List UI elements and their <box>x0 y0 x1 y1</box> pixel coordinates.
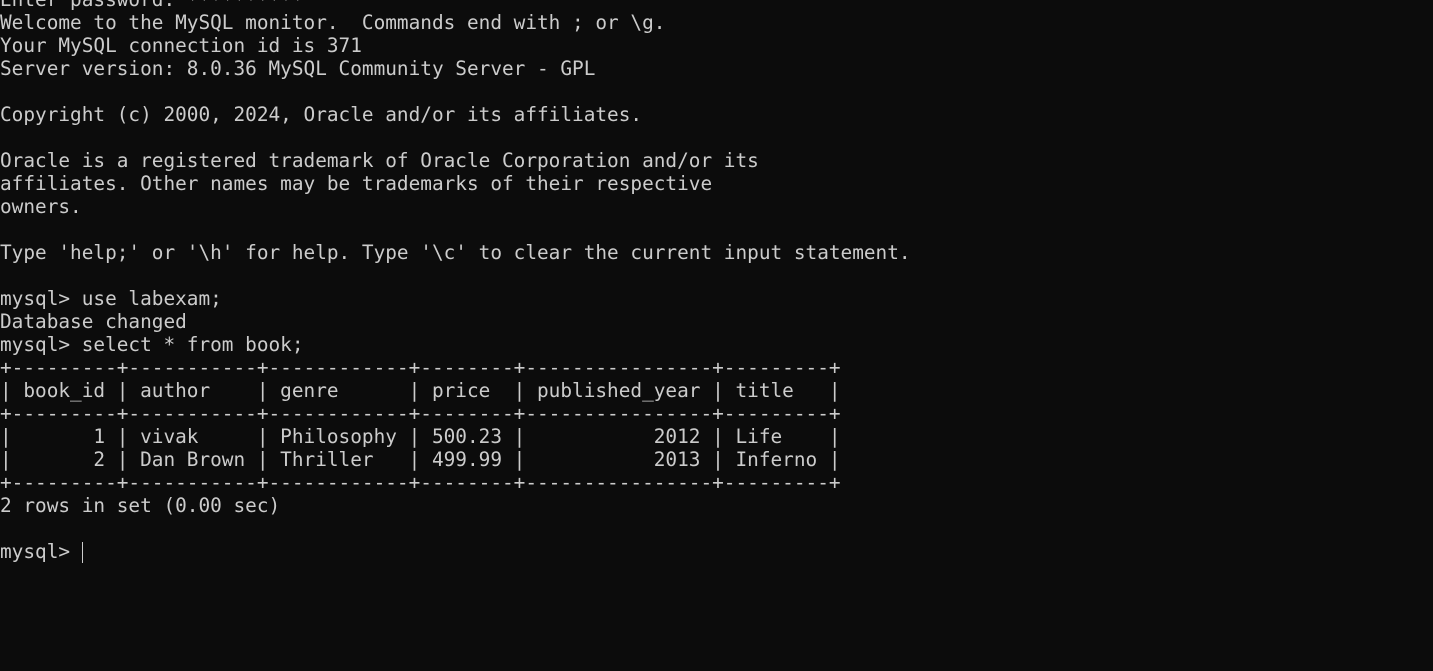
trademark-line: owners. <box>0 195 82 218</box>
table-border: +---------+-----------+------------+----… <box>0 471 841 494</box>
result-summary-line: 2 rows in set (0.00 sec) <box>0 494 281 517</box>
command-line: mysql> select * from book; <box>0 333 304 356</box>
table-row: | 2 | Dan Brown | Thriller | 499.99 | 20… <box>0 448 841 471</box>
help-line: Type 'help;' or '\h' for help. Type '\c'… <box>0 241 911 264</box>
terminal-output: Enter password: ********** Welcome to th… <box>0 0 911 563</box>
welcome-line: Welcome to the MySQL monitor. Commands e… <box>0 11 666 34</box>
status-line: Database changed <box>0 310 187 333</box>
table-header-row: | book_id | author | genre | price | pub… <box>0 379 841 402</box>
table-border: +---------+-----------+------------+----… <box>0 356 841 379</box>
copyright-line: Copyright (c) 2000, 2024, Oracle and/or … <box>0 103 643 126</box>
prompt-label: mysql> <box>0 540 82 563</box>
connection-id-line: Your MySQL connection id is 371 <box>0 34 362 57</box>
terminal-window[interactable]: Enter password: ********** Welcome to th… <box>0 0 1433 671</box>
server-version-line: Server version: 8.0.36 MySQL Community S… <box>0 57 596 80</box>
trademark-line: affiliates. Other names may be trademark… <box>0 172 713 195</box>
table-row: | 1 | vivak | Philosophy | 500.23 | 2012… <box>0 425 841 448</box>
input-prompt-line[interactable]: mysql> <box>0 540 911 563</box>
password-line: Enter password: ********** <box>0 0 911 11</box>
command-line: mysql> use labexam; <box>0 287 222 310</box>
trademark-line: Oracle is a registered trademark of Orac… <box>0 149 759 172</box>
text-cursor <box>81 542 84 563</box>
table-border: +---------+-----------+------------+----… <box>0 402 841 425</box>
